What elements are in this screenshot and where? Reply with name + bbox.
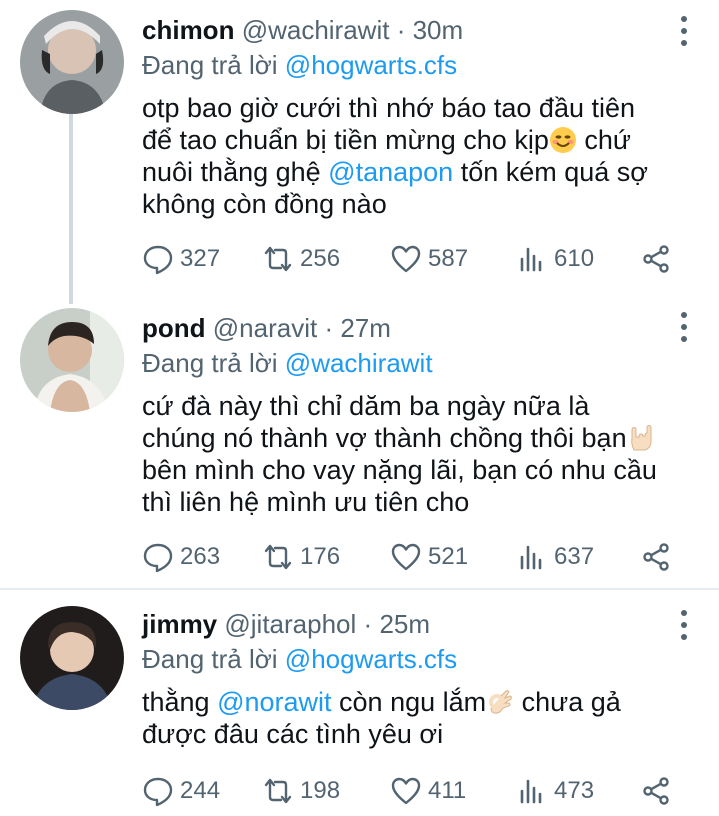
tweet-actions: 244 198 411 473 xyxy=(142,774,682,808)
love-you-gesture-emoji xyxy=(630,424,652,451)
avatar[interactable] xyxy=(20,308,124,412)
tweet-text-part: còn ngu lắm xyxy=(331,687,487,717)
reply-count: 327 xyxy=(180,245,221,272)
user-handle[interactable]: @naravit xyxy=(213,313,317,343)
share-icon xyxy=(643,777,669,805)
reply-button[interactable]: 263 xyxy=(142,540,220,574)
tweet-actions: 327 256 587 610 xyxy=(142,242,682,276)
share-button[interactable] xyxy=(640,774,678,808)
retweet-button[interactable]: 198 xyxy=(262,774,340,808)
replying-to-label: Đang trả lời xyxy=(142,50,278,80)
like-button[interactable]: 521 xyxy=(390,540,468,574)
tweet-3[interactable]: jimmy @jitaraphol · 25m Đang trả lời @ho… xyxy=(0,590,719,816)
reply-button[interactable]: 244 xyxy=(142,774,220,808)
more-options-icon[interactable] xyxy=(679,16,689,46)
heart-icon xyxy=(391,777,421,805)
reply-count: 244 xyxy=(180,777,221,804)
heart-icon xyxy=(391,245,421,273)
replying-to: Đang trả lời @wachirawit xyxy=(142,346,659,380)
replying-to: Đang trả lời @hogwarts.cfs xyxy=(142,642,659,676)
retweet-count: 176 xyxy=(300,543,341,570)
like-count: 587 xyxy=(428,245,469,272)
separator-dot: · xyxy=(363,609,373,639)
thread-line xyxy=(69,114,73,304)
bar-chart-icon xyxy=(520,545,542,570)
retweet-icon xyxy=(264,246,292,272)
tweet-header: chimon @wachirawit · 30m xyxy=(142,14,659,46)
views-button[interactable]: 473 xyxy=(516,774,594,808)
views-count: 610 xyxy=(554,245,595,272)
display-name[interactable]: pond xyxy=(142,313,206,343)
bar-chart-icon xyxy=(520,779,542,804)
replying-to-mention[interactable]: @hogwarts.cfs xyxy=(285,50,457,80)
more-options-icon[interactable] xyxy=(679,312,689,342)
tweet-1[interactable]: chimon @wachirawit · 30m Đang trả lời @h… xyxy=(0,0,719,304)
avatar-image xyxy=(20,10,124,114)
display-name[interactable]: chimon xyxy=(142,15,234,45)
ok-hand-emoji xyxy=(489,690,512,714)
tweet-text: thằng @norawit còn ngu lắm chưa gả được … xyxy=(142,686,659,750)
avatar-image xyxy=(20,606,124,710)
retweet-icon xyxy=(264,778,292,804)
tweet-text: cứ đà này thì chỉ dăm ba ngày nữa là chú… xyxy=(142,390,659,518)
views-count: 637 xyxy=(554,543,595,570)
separator-dot: · xyxy=(324,313,334,343)
avatar[interactable] xyxy=(20,10,124,114)
separator-dot: · xyxy=(396,15,406,45)
timestamp[interactable]: 25m xyxy=(379,609,430,639)
display-name[interactable]: jimmy xyxy=(142,609,217,639)
user-handle[interactable]: @wachirawit xyxy=(242,15,390,45)
share-icon xyxy=(643,245,669,273)
retweet-button[interactable]: 176 xyxy=(262,540,340,574)
replying-to: Đang trả lời @hogwarts.cfs xyxy=(142,48,659,82)
reply-count: 263 xyxy=(180,543,221,570)
timestamp[interactable]: 27m xyxy=(340,313,391,343)
heart-icon xyxy=(391,543,421,571)
speech-bubble-icon xyxy=(143,245,173,275)
tweet-text-part: thằng xyxy=(142,687,218,717)
replying-to-label: Đang trả lời xyxy=(142,348,278,378)
like-count: 411 xyxy=(428,777,467,804)
tweet-text-part: bên mình cho vay nặng lãi, bạn có nhu cầ… xyxy=(142,455,657,517)
replying-to-mention[interactable]: @hogwarts.cfs xyxy=(285,644,457,674)
tweet-text-part: cứ đà này thì chỉ dăm ba ngày nữa là chú… xyxy=(142,391,627,453)
share-icon xyxy=(643,543,669,571)
share-button[interactable] xyxy=(640,242,678,276)
mention-link[interactable]: @norawit xyxy=(217,687,331,717)
retweet-button[interactable]: 256 xyxy=(262,242,340,276)
retweet-icon xyxy=(264,544,292,570)
views-button[interactable]: 610 xyxy=(516,242,594,276)
tweet-text: otp bao giờ cưới thì nhớ báo tao đầu tiê… xyxy=(142,92,659,220)
retweet-count: 256 xyxy=(300,245,341,272)
mention-link[interactable]: @tanapon xyxy=(328,157,453,187)
bar-chart-icon xyxy=(520,247,542,272)
more-options-icon[interactable] xyxy=(679,610,689,640)
speech-bubble-icon xyxy=(143,777,173,807)
tweet-actions: 263 176 521 637 xyxy=(142,540,682,574)
user-handle[interactable]: @jitaraphol xyxy=(224,609,356,639)
reply-button[interactable]: 327 xyxy=(142,242,220,276)
tweet-2[interactable]: pond @naravit · 27m Đang trả lời @wachir… xyxy=(0,300,719,588)
tweet-header: pond @naravit · 27m xyxy=(142,312,659,344)
views-count: 473 xyxy=(554,777,595,804)
share-button[interactable] xyxy=(640,540,678,574)
smiling-face-emoji xyxy=(549,127,576,153)
views-button[interactable]: 637 xyxy=(516,540,594,574)
timestamp[interactable]: 30m xyxy=(413,15,464,45)
replying-to-mention[interactable]: @wachirawit xyxy=(285,348,433,378)
retweet-count: 198 xyxy=(300,777,341,804)
like-button[interactable]: 411 xyxy=(390,774,466,808)
like-button[interactable]: 587 xyxy=(390,242,468,276)
speech-bubble-icon xyxy=(143,543,173,573)
tweet-header: jimmy @jitaraphol · 25m xyxy=(142,608,659,640)
replying-to-label: Đang trả lời xyxy=(142,644,278,674)
avatar[interactable] xyxy=(20,606,124,710)
avatar-image xyxy=(20,308,124,412)
like-count: 521 xyxy=(428,543,469,570)
